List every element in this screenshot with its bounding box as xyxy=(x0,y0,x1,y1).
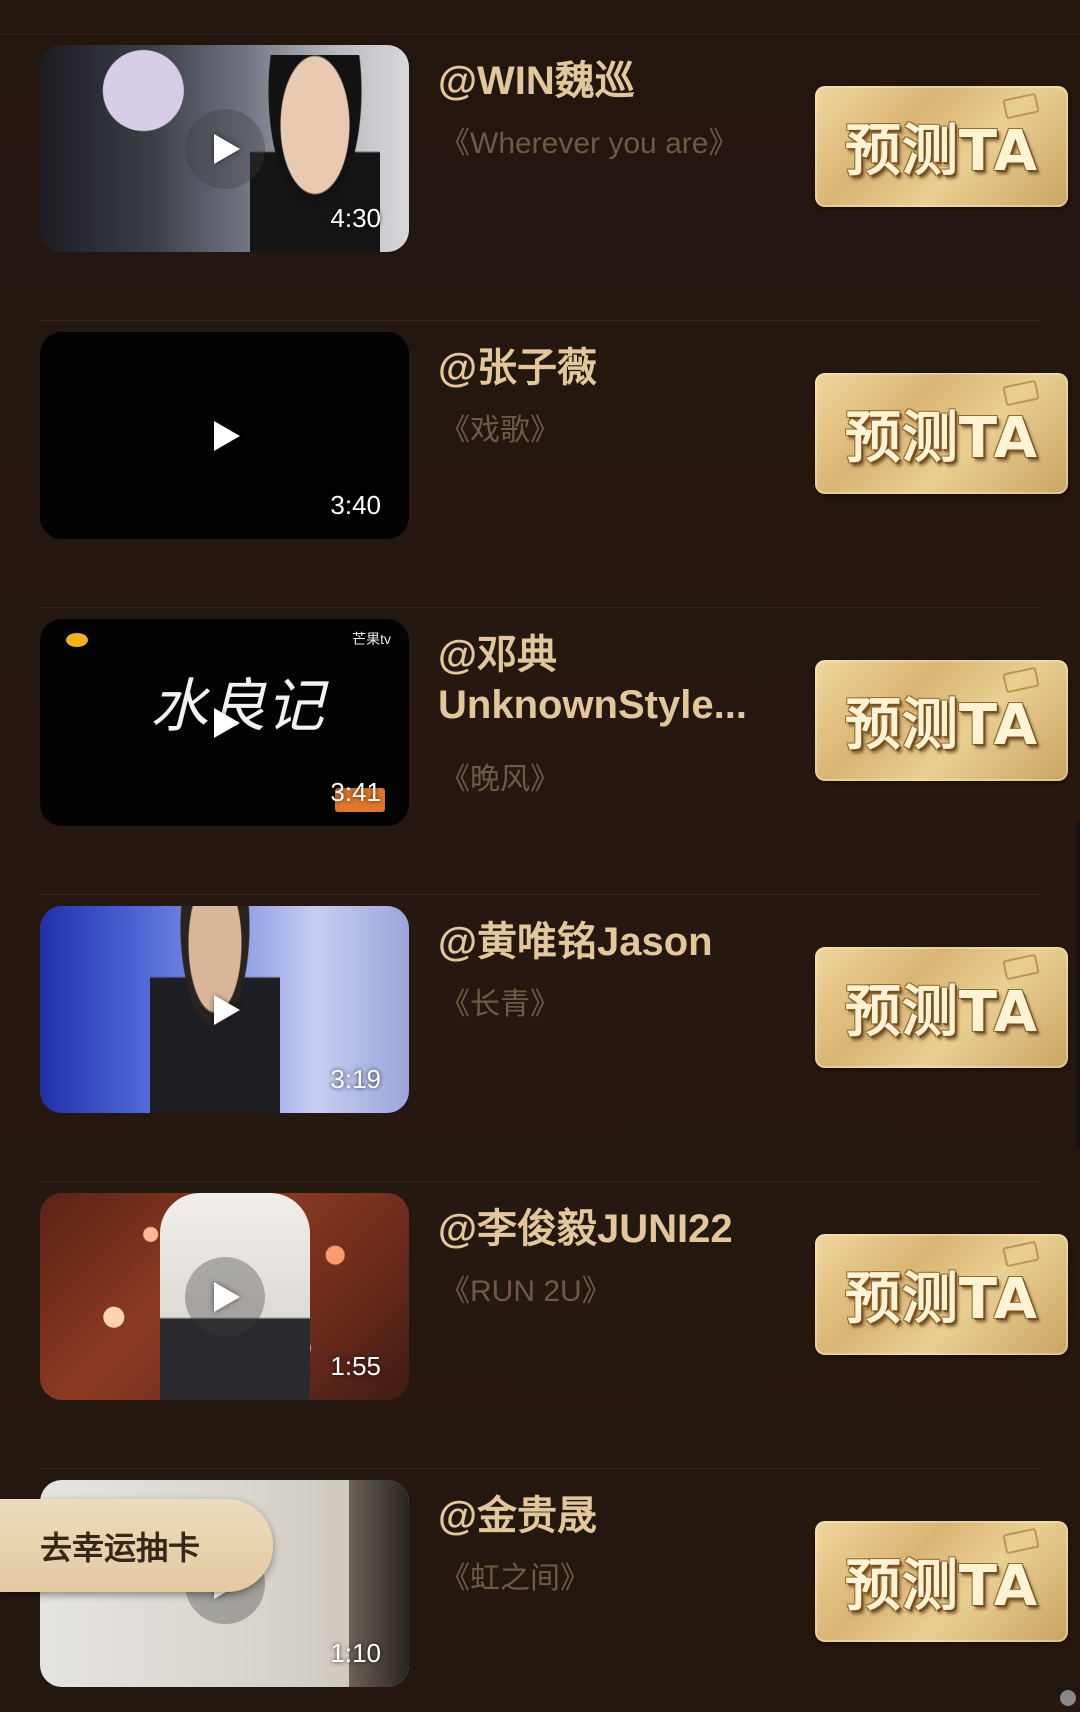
video-duration: 3:19 xyxy=(330,1064,381,1094)
video-duration: 4:30 xyxy=(330,203,381,233)
artist-name[interactable]: @WIN魏巡 xyxy=(438,56,778,106)
song-title: 《长青》 xyxy=(440,988,560,1021)
predict-button[interactable]: 预测TA xyxy=(815,1234,1068,1355)
artist-name[interactable]: @邓典UnknownStyle... xyxy=(438,630,778,730)
artist-name[interactable]: @金贵晟 xyxy=(438,1491,778,1541)
list-item: 4:30 @WIN魏巡 《Wherever you are》 预测TA xyxy=(0,34,1080,321)
video-thumbnail[interactable]: 1:55 xyxy=(40,1193,409,1400)
artist-name[interactable]: @张子薇 xyxy=(438,343,778,393)
song-title: 《晚风》 xyxy=(440,763,560,796)
predict-button[interactable]: 预测TA xyxy=(815,373,1068,494)
predict-button[interactable]: 预测TA xyxy=(815,947,1068,1068)
song-title: 《虹之间》 xyxy=(440,1562,590,1595)
lucky-draw-label: 去幸运抽卡 xyxy=(40,1529,201,1566)
video-duration: 1:10 xyxy=(330,1638,381,1668)
list-item: 芒果tv 水良记 3:41 @邓典UnknownStyle... 《晚风》 预测… xyxy=(0,608,1080,895)
video-thumbnail[interactable]: 3:19 xyxy=(40,906,409,1113)
video-duration: 1:55 xyxy=(330,1351,381,1381)
list-item: 3:40 @张子薇 《戏歌》 预测TA xyxy=(0,321,1080,608)
video-duration: 3:40 xyxy=(330,490,381,520)
video-thumbnail[interactable]: 4:30 xyxy=(40,45,409,252)
play-icon[interactable] xyxy=(213,994,240,1025)
candidate-list-page: 4:30 @WIN魏巡 《Wherever you are》 预测TA 3:40… xyxy=(0,0,1080,1712)
artist-name[interactable]: @李俊毅JUNI22 xyxy=(438,1204,778,1254)
song-title: 《Wherever you are》 xyxy=(440,127,739,160)
list-item: 1:55 @李俊毅JUNI22 《RUN 2U》 预测TA xyxy=(0,1182,1080,1469)
song-title: 《戏歌》 xyxy=(440,414,560,447)
predict-button[interactable]: 预测TA xyxy=(815,1521,1068,1642)
play-icon[interactable] xyxy=(213,707,240,738)
song-title: 《RUN 2U》 xyxy=(440,1275,612,1308)
list-item: 3:19 @黄唯铭Jason 《长青》 预测TA xyxy=(0,895,1080,1182)
artist-name[interactable]: @黄唯铭Jason xyxy=(438,917,778,967)
video-thumbnail[interactable]: 芒果tv 水良记 3:41 xyxy=(40,619,409,826)
thumbnail-brand: 芒果tv xyxy=(352,631,391,647)
play-icon[interactable] xyxy=(213,420,240,451)
video-thumbnail[interactable]: 3:40 xyxy=(40,332,409,539)
channel-logo-icon xyxy=(66,633,88,647)
corner-icon xyxy=(1060,1690,1076,1706)
video-duration: 3:41 xyxy=(330,777,381,807)
play-icon[interactable] xyxy=(213,133,240,164)
play-icon[interactable] xyxy=(213,1281,240,1312)
lucky-draw-button[interactable]: 去幸运抽卡 xyxy=(0,1499,273,1592)
predict-button[interactable]: 预测TA xyxy=(815,660,1068,781)
predict-button[interactable]: 预测TA xyxy=(815,86,1068,207)
scrollbar[interactable] xyxy=(1076,820,1080,1150)
